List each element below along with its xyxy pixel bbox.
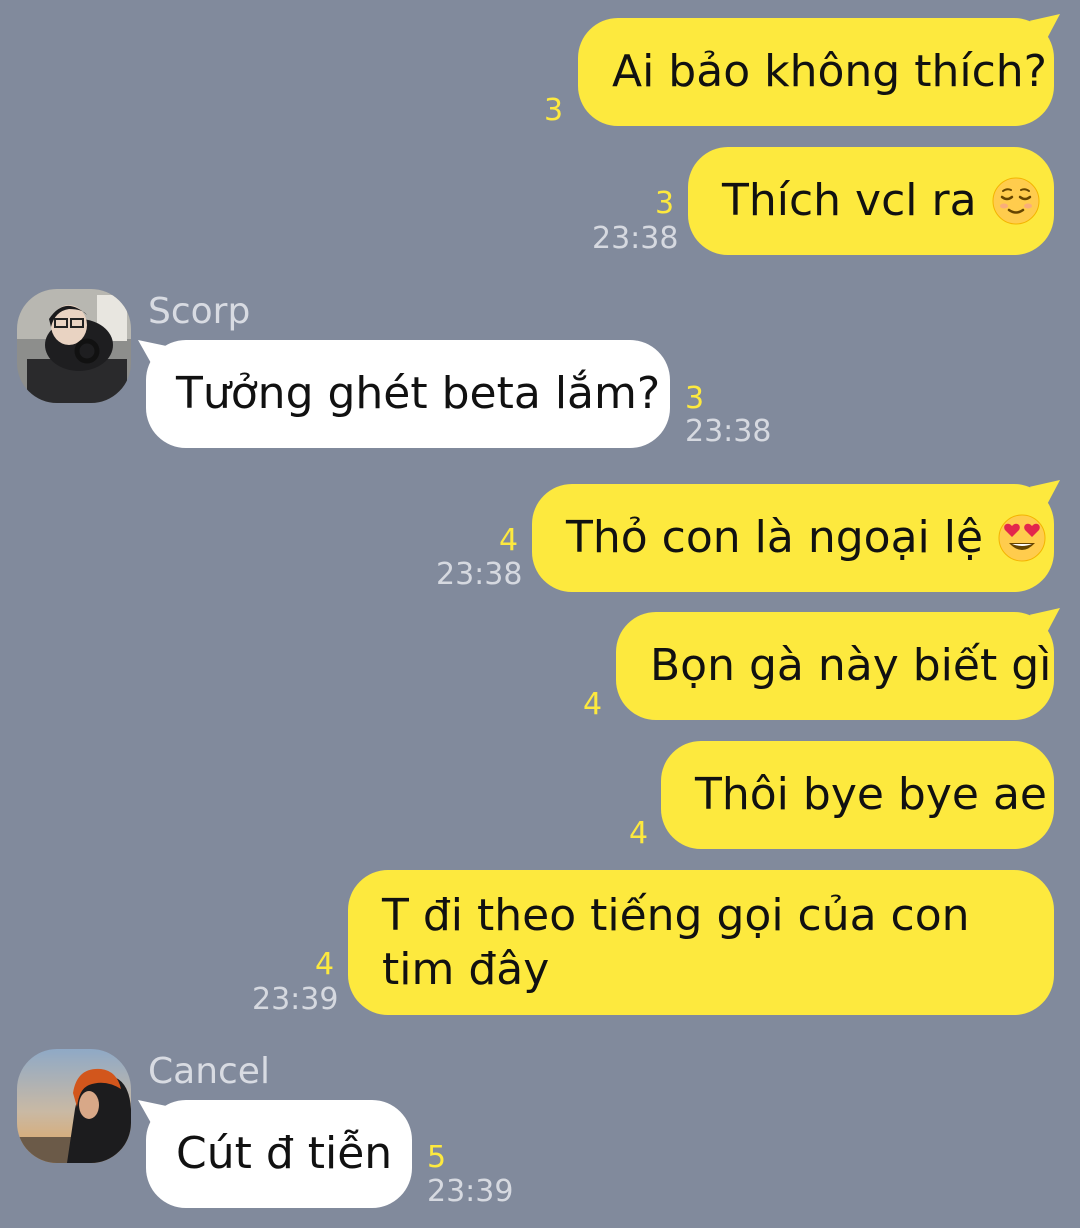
message-text: Ai bảo không thích? xyxy=(612,46,1047,97)
message-text: Thỏ con là ngoại lệ xyxy=(566,512,984,563)
heart-eyes-emoji xyxy=(998,514,1046,562)
unread-count: 3 xyxy=(685,381,705,416)
message-bubble-incoming[interactable]: Cút đ tiễn xyxy=(138,1100,412,1208)
bubble-tail xyxy=(1030,608,1060,642)
relieved-face-emoji xyxy=(992,177,1040,225)
message-text: Cút đ tiễn xyxy=(176,1128,393,1179)
unread-count: 4 xyxy=(315,947,335,982)
message-bubble-outgoing[interactable]: Thỏ con là ngoại lệ xyxy=(532,480,1060,592)
bubble-tail xyxy=(138,1100,170,1134)
message-bubble-outgoing[interactable]: Ai bảo không thích? xyxy=(578,14,1060,126)
message-text: Bọn gà này biết gì xyxy=(650,640,1052,691)
avatar-scorp[interactable] xyxy=(17,289,131,403)
bubble-tail xyxy=(1030,480,1060,514)
message-text: Tưởng ghét beta lắm? xyxy=(176,368,661,419)
message-text: Thích vcl ra xyxy=(722,175,977,226)
message-bubble-incoming[interactable]: Tưởng ghét beta lắm? xyxy=(138,340,670,448)
message-bubble-outgoing[interactable]: Bọn gà này biết gì xyxy=(616,608,1060,720)
message-timestamp: 23:39 xyxy=(252,982,339,1017)
message-timestamp: 23:38 xyxy=(436,557,523,592)
unread-count: 3 xyxy=(655,186,675,221)
sender-name: Scorp xyxy=(148,291,251,332)
unread-count: 4 xyxy=(629,816,649,851)
unread-count: 3 xyxy=(544,93,564,128)
message-bubble-outgoing[interactable]: Thích vcl ra xyxy=(688,147,1054,255)
message-bubble-outgoing[interactable]: Thôi bye bye ae xyxy=(661,741,1054,849)
message-timestamp: 23:38 xyxy=(592,221,679,256)
sender-name: Cancel xyxy=(148,1051,270,1092)
bubble-tail xyxy=(138,340,170,374)
message-timestamp: 23:39 xyxy=(427,1174,514,1209)
avatar-cancel[interactable] xyxy=(17,1049,131,1163)
message-bubble-outgoing[interactable]: T đi theo tiếng gọi của con tim đây xyxy=(348,870,1054,1015)
unread-count: 4 xyxy=(583,687,603,722)
bubble-tail xyxy=(1030,14,1060,48)
message-text: Thôi bye bye ae xyxy=(695,769,1047,820)
unread-count: 4 xyxy=(499,523,519,558)
message-text: T đi theo tiếng gọi của con tim đây xyxy=(382,889,970,995)
message-timestamp: 23:38 xyxy=(685,414,772,449)
unread-count: 5 xyxy=(427,1140,447,1175)
